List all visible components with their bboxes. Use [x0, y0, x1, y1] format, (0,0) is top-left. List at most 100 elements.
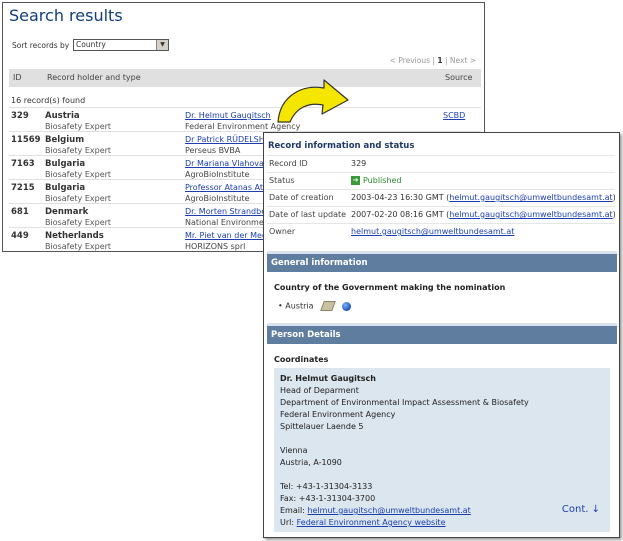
email-label: Email: — [280, 506, 308, 515]
record-detail-panel: Record information and status Record ID … — [263, 132, 620, 538]
contact-url-line: Url: Federal Environment Agency website — [280, 517, 529, 529]
globe-icon[interactable] — [341, 301, 351, 311]
status-value: Published — [363, 176, 402, 185]
record-type: Biosafety Expert — [45, 170, 112, 179]
record-organization: HORIZONS sprl — [185, 242, 246, 251]
record-organization: National Environme — [185, 218, 264, 227]
general-info-bar: General information — [267, 251, 617, 272]
contact-line — [280, 433, 529, 445]
owner-label: Owner — [269, 227, 296, 236]
record-id-row: Record ID 329 — [267, 155, 615, 171]
contact-email-line: Email: helmut.gaugitsch@umweltbundesamt.… — [280, 505, 529, 517]
pager-next[interactable]: Next > — [450, 56, 476, 65]
contact-url-link[interactable]: Federal Environment Agency website — [297, 518, 446, 527]
column-header-holder[interactable]: Record holder and type — [47, 73, 141, 82]
record-type: Biosafety Expert — [45, 242, 112, 251]
sort-select-value: Country — [76, 40, 106, 49]
contact-line: Spittelauer Laende 5 — [280, 422, 364, 431]
status-badge: ➔ Published — [351, 176, 402, 185]
record-id-label: Record ID — [269, 159, 308, 168]
url-label: Url: — [280, 518, 297, 527]
record-holder-link[interactable]: Dr Mariana Vlahova — [185, 159, 264, 168]
record-id: 11569 — [11, 135, 41, 145]
sort-select[interactable]: Country ▼ — [73, 39, 169, 51]
owner-email-link[interactable]: helmut.gaugitsch@umweltbundesamt.at — [351, 227, 514, 236]
record-id: 7163 — [11, 159, 35, 169]
record-holder-link[interactable]: Dr. Morten Strandbe — [185, 207, 266, 216]
contact-email-link[interactable]: helmut.gaugitsch@umweltbundesamt.at — [307, 506, 470, 515]
continue-link[interactable]: Cont. ↓ — [562, 504, 600, 515]
record-holder-link[interactable]: Professor Atanas Ata — [185, 183, 268, 192]
government-title: Country of the Government making the nom… — [274, 283, 506, 292]
owner-row: Owner helmut.gaugitsch@umweltbundesamt.a… — [267, 223, 615, 239]
record-country: Bulgaria — [45, 183, 86, 193]
creation-close: ) — [612, 193, 616, 202]
creation-label: Date of creation — [269, 193, 334, 202]
pager-previous[interactable]: < Previous — [390, 56, 430, 65]
record-count: 16 record(s) found — [11, 96, 86, 105]
record-country: Bulgaria — [45, 159, 86, 169]
update-close: ) — [612, 210, 616, 219]
contact-name: Dr. Helmut Gaugitsch — [280, 374, 376, 383]
page-title: Search results — [9, 6, 123, 25]
bullet-icon: • — [278, 301, 283, 311]
contact-line — [280, 469, 529, 481]
contact-line: Head of Deparment — [280, 386, 359, 395]
record-country: Belgium — [45, 135, 85, 145]
coordinates-title: Coordinates — [274, 355, 329, 364]
coordinates-box: Dr. Helmut Gaugitsch Head of Deparment D… — [274, 368, 610, 532]
creation-row: Date of creation 2003-04-23 16:30 GMT (h… — [267, 189, 616, 205]
contact-line: Department of Environmental Impact Asses… — [280, 398, 529, 407]
record-info-header: Record information and status — [268, 141, 415, 151]
record-organization: Perseus BVBA — [185, 146, 241, 155]
update-value: 2007-02-20 08:16 GMT (helmut.gaugitsch@u… — [351, 210, 616, 219]
status-label: Status — [269, 176, 295, 185]
record-id-value: 329 — [351, 159, 367, 168]
record-country: Netherlands — [45, 231, 104, 241]
record-id: 7215 — [11, 183, 35, 193]
government-country: Austria — [285, 301, 314, 311]
record-id: 681 — [11, 207, 29, 217]
sort-label: Sort records by — [12, 41, 70, 50]
table-row: 329 Austria Biosafety Expert Dr. Helmut … — [9, 107, 481, 132]
record-country: Denmark — [45, 207, 89, 217]
record-organization: AgroBioInstitute — [185, 170, 250, 179]
contact-line: Vienna — [280, 446, 308, 455]
record-holder-link[interactable]: Dr Patrick RÜDELSH — [185, 135, 265, 144]
record-source-link[interactable]: SCBD — [443, 111, 465, 120]
record-organization: AgroBioInstitute — [185, 194, 250, 203]
record-id: 449 — [11, 231, 29, 241]
column-header-source[interactable]: Source — [445, 73, 472, 82]
contact-line: Federal Environment Agency — [280, 410, 396, 419]
record-type: Biosafety Expert — [45, 218, 112, 227]
contact-line: Fax: +43-1-31304-3700 — [280, 494, 376, 503]
update-label: Date of last update — [269, 210, 347, 219]
contact-line: Austria, A-1090 — [280, 458, 342, 467]
pager-current-page: 1 — [437, 56, 443, 65]
update-date: 2007-02-20 08:16 GMT ( — [351, 210, 450, 219]
column-header-id[interactable]: ID — [13, 73, 22, 82]
update-email-link[interactable]: helmut.gaugitsch@umweltbundesamt.at — [449, 210, 612, 219]
update-row: Date of last update 2007-02-20 08:16 GMT… — [267, 206, 616, 222]
contact-line: Tel: +43-1-31304-3133 — [280, 482, 373, 491]
record-holder-link[interactable]: Mr. Piet van der Mee — [185, 231, 267, 240]
table-header: ID Record holder and type Source — [9, 69, 481, 87]
person-details-title: Person Details — [271, 330, 341, 340]
pencil-icon[interactable] — [320, 301, 336, 311]
government-country-item: • Austria — [278, 301, 351, 311]
general-info-title: General information — [271, 258, 368, 268]
person-details-bar: Person Details — [267, 323, 617, 344]
record-type: Biosafety Expert — [45, 122, 112, 131]
status-row: Status ➔ Published — [267, 172, 615, 188]
record-holder-link[interactable]: Dr. Helmut Gaugitsch — [185, 111, 271, 120]
curved-arrow-icon — [277, 79, 349, 123]
creation-email-link[interactable]: helmut.gaugitsch@umweltbundesamt.at — [449, 193, 612, 202]
record-type: Biosafety Expert — [45, 194, 112, 203]
creation-value: 2003-04-23 16:30 GMT (helmut.gaugitsch@u… — [351, 193, 616, 202]
coordinates-text: Dr. Helmut Gaugitsch Head of Deparment D… — [280, 373, 529, 529]
published-icon: ➔ — [351, 176, 360, 185]
creation-date: 2003-04-23 16:30 GMT ( — [351, 193, 450, 202]
pager-separator: | — [444, 56, 448, 65]
chevron-down-icon[interactable]: ▼ — [156, 40, 168, 50]
pager-separator: | — [432, 56, 435, 65]
